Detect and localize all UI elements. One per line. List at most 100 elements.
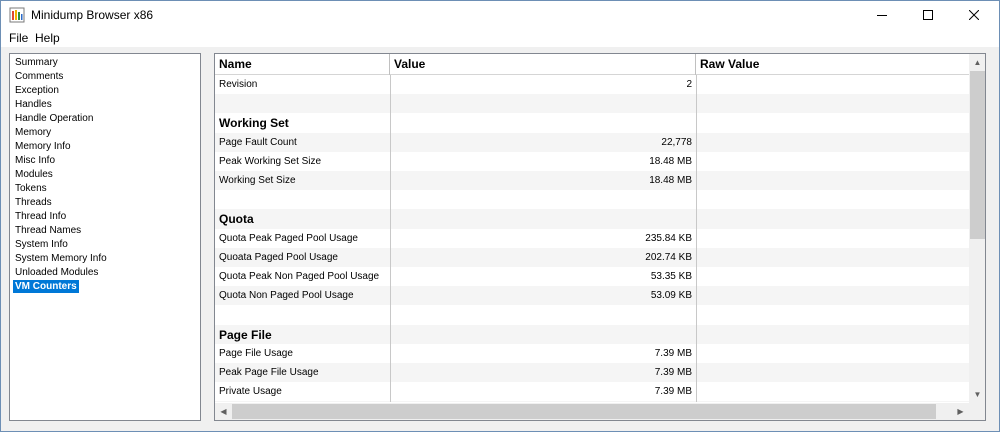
close-icon [969,10,979,20]
vertical-scroll-thumb[interactable] [970,71,985,239]
cell-name: Page Fault Count [219,136,297,148]
menu-help[interactable]: Help [35,31,60,45]
tree-item-modules[interactable]: Modules [13,168,55,181]
cell-value: 53.35 KB [650,271,692,282]
tree-item-threads[interactable]: Threads [13,196,54,209]
scroll-up-arrow-icon[interactable]: ▲ [969,54,985,71]
stream-tree[interactable]: Summary Comments Exception Handles Handl… [9,53,201,421]
scroll-left-arrow-icon[interactable]: ◀ [215,403,232,420]
cell-raw-value [700,152,969,171]
scroll-down-arrow-icon[interactable]: ▼ [969,386,985,403]
cell-raw-value [700,286,969,305]
maximize-button[interactable] [905,1,951,29]
column-divider [390,75,391,402]
column-header-name[interactable]: Name [215,54,390,75]
tree-item-memory-info[interactable]: Memory Info [13,140,73,153]
table-row[interactable]: Revision 2 [215,75,969,94]
section-title: Working Set [219,116,289,131]
tree-item-unloaded-modules[interactable]: Unloaded Modules [13,266,100,279]
cell-value [390,325,696,344]
tree-item-misc-info[interactable]: Misc Info [13,154,57,167]
content-area: Summary Comments Exception Handles Handl… [1,47,999,425]
minimize-button[interactable] [859,1,905,29]
blank-row[interactable] [215,401,969,402]
table-row[interactable]: Quota Peak Non Paged Pool Usage 53.35 KB [215,267,969,286]
status-bar [1,425,999,431]
vertical-scrollbar[interactable]: ▲ ▼ [969,54,985,403]
cell-value [390,209,696,228]
table-row[interactable]: Peak Page File Usage 7.39 MB [215,363,969,383]
tree-item-system-memory-info[interactable]: System Memory Info [13,252,109,265]
tree-item-memory[interactable]: Memory [13,126,53,139]
tree-item-vm-counters[interactable]: VM Counters [13,280,79,293]
minimize-icon [877,15,887,16]
table-row[interactable]: Page File Usage 7.39 MB [215,344,969,363]
horizontal-scroll-thumb[interactable] [232,404,936,419]
cell-value: 7.39 MB [654,386,692,398]
table-row[interactable]: Quota Non Paged Pool Usage 53.09 KB [215,286,969,306]
cell-name: Peak Working Set Size [219,155,322,167]
cell-value [390,305,696,324]
cell-raw-value [700,267,969,286]
section-header-row[interactable]: Working Set [215,113,969,132]
table-row[interactable]: Quota Peak Paged Pool Usage 235.84 KB [215,229,969,248]
blank-row[interactable] [215,190,969,209]
cell-name: Working Set Size [219,175,296,186]
cell-name [219,401,389,402]
cell-name [219,305,389,324]
cell-raw-value [700,344,969,363]
cell-value [390,190,696,209]
cell-raw-value [700,171,969,190]
tree-item-comments[interactable]: Comments [13,70,65,83]
grid-header: Name Value Raw Value [215,54,969,75]
blank-row[interactable] [215,305,969,324]
cell-name: Quoata Paged Pool Usage [219,251,338,263]
cell-raw-value [700,363,969,382]
tree-item-handles[interactable]: Handles [13,98,54,111]
grid-rows: Private Usage 7.39 MB Peak Page File Usage… [215,75,969,402]
table-row[interactable]: Peak Working Set Size 18.48 MB [215,152,969,171]
table-row[interactable]: Quoata Paged Pool Usage 202.74 KB [215,247,969,267]
cell-value: 7.39 MB [654,347,692,359]
cell-value: 22,778 [661,136,692,148]
tree-item-system-info[interactable]: System Info [13,238,70,251]
tree-item-thread-info[interactable]: Thread Info [13,210,68,223]
column-header-value[interactable]: Value [390,54,696,75]
blank-row[interactable] [215,94,969,114]
cell-raw-value [700,94,969,113]
close-button[interactable] [951,1,997,29]
cell-value: 7.39 MB [654,367,692,378]
cell-raw-value [700,133,969,152]
tree-item-summary[interactable]: Summary [13,56,60,69]
tree-item-handle-operation[interactable]: Handle Operation [13,112,95,125]
column-divider [696,75,697,402]
table-row[interactable]: Private Usage 7.39 MB [215,382,969,401]
column-header-raw-value[interactable]: Raw Value [696,54,969,75]
cell-name: Quota Peak Paged Pool Usage [219,232,358,244]
cell-value: 202.74 KB [645,251,692,263]
section-header-row[interactable]: Page File [215,324,969,344]
table-row[interactable]: Page Fault Count 22,778 [215,132,969,152]
table-row[interactable]: Working Set Size 18.48 MB [215,171,969,191]
cell-raw-value [700,325,969,344]
cell-value [390,94,696,113]
menu-file[interactable]: File [9,31,28,45]
cell-value [390,113,696,132]
cell-raw-value [700,401,969,402]
properties-grid: Name Value Raw Value Private Usage 7.39 M… [214,53,986,421]
cell-raw-value [700,229,969,248]
scroll-right-arrow-icon[interactable]: ▶ [952,403,969,420]
tree-item-tokens[interactable]: Tokens [13,182,49,195]
cell-name [219,190,389,209]
cell-raw-value [700,209,969,228]
cell-value: 2 [686,79,692,90]
tree-item-exception[interactable]: Exception [13,84,61,97]
section-header-row[interactable]: Quota [215,209,969,229]
title-bar[interactable]: Minidump Browser x86 [1,1,999,29]
cell-raw-value [700,382,969,401]
section-title: Quota [219,212,254,227]
tree-item-thread-names[interactable]: Thread Names [13,224,83,237]
main-window: Minidump Browser x86 File Help Summary C… [0,0,1000,432]
cell-value: 18.48 MB [649,155,692,167]
horizontal-scrollbar[interactable]: ◀ ▶ [215,403,985,420]
